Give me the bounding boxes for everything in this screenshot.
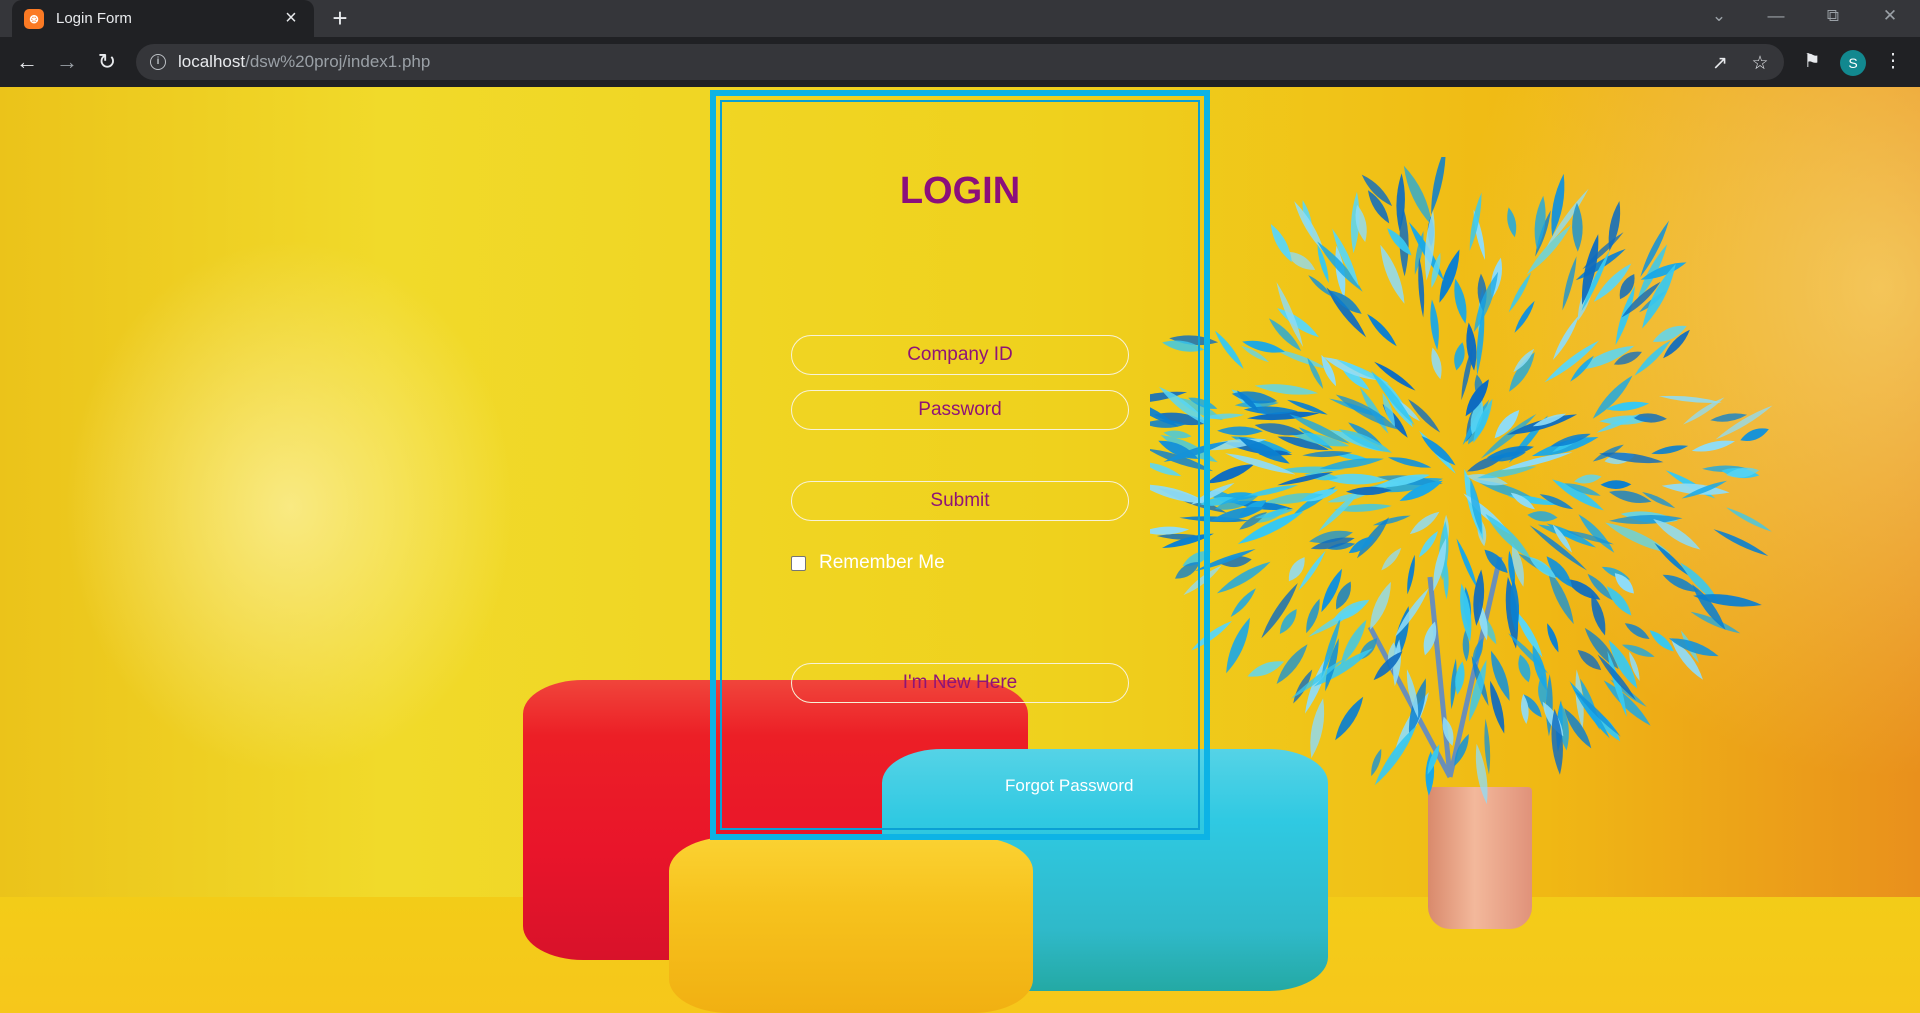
remember-me-checkbox[interactable]	[791, 555, 806, 571]
address-bar[interactable]: i localhost /dsw%20proj/index1.php ↗ ☆	[136, 44, 1784, 80]
blue-plant	[1150, 157, 1773, 805]
xampp-icon: ⊛	[24, 8, 44, 29]
profile-avatar[interactable]: S	[1840, 50, 1866, 76]
tab-search-icon[interactable]: ⌄	[1707, 6, 1731, 26]
bookmark-star-icon[interactable]: ☆	[1748, 52, 1772, 75]
minimize-icon[interactable]: —	[1764, 6, 1788, 26]
login-title: LOGIN	[899, 170, 1021, 212]
password-input[interactable]	[791, 390, 1129, 430]
remember-me-row: Remember Me	[791, 552, 945, 574]
company-id-input[interactable]	[791, 335, 1129, 375]
browser-tab[interactable]: ⊛ Login Form ×	[12, 0, 314, 37]
url-host: localhost	[178, 52, 246, 71]
reload-icon[interactable]: ↻	[92, 47, 122, 77]
url-path: /dsw%20proj/index1.php	[245, 52, 431, 71]
new-here-button[interactable]: I'm New Here	[791, 663, 1129, 703]
extensions-icon[interactable]: ⚑	[1797, 47, 1827, 77]
forward-icon[interactable]: →	[52, 47, 82, 77]
share-icon[interactable]: ↗	[1708, 52, 1732, 75]
tab-title: Login Form	[56, 10, 132, 27]
restore-icon[interactable]: ⧉	[1821, 6, 1845, 26]
remember-me-label[interactable]: Remember Me	[819, 552, 945, 574]
tab-strip: ⊛ Login Form × + ⌄ — ⧉ ✕	[0, 0, 1920, 37]
new-tab-icon[interactable]: +	[326, 4, 354, 32]
browser-toolbar: ← → ↻ i localhost /dsw%20proj/index1.php…	[0, 37, 1920, 87]
yellow-cushion	[669, 837, 1033, 1013]
back-icon[interactable]: ←	[12, 47, 42, 77]
submit-button[interactable]: Submit	[791, 481, 1129, 521]
close-window-icon[interactable]: ✕	[1878, 6, 1902, 26]
more-menu-icon[interactable]: ⋮	[1878, 47, 1908, 77]
close-tab-icon[interactable]: ×	[280, 7, 302, 30]
forgot-password-link[interactable]: Forgot Password	[1005, 776, 1134, 796]
site-info-icon[interactable]: i	[150, 54, 166, 70]
